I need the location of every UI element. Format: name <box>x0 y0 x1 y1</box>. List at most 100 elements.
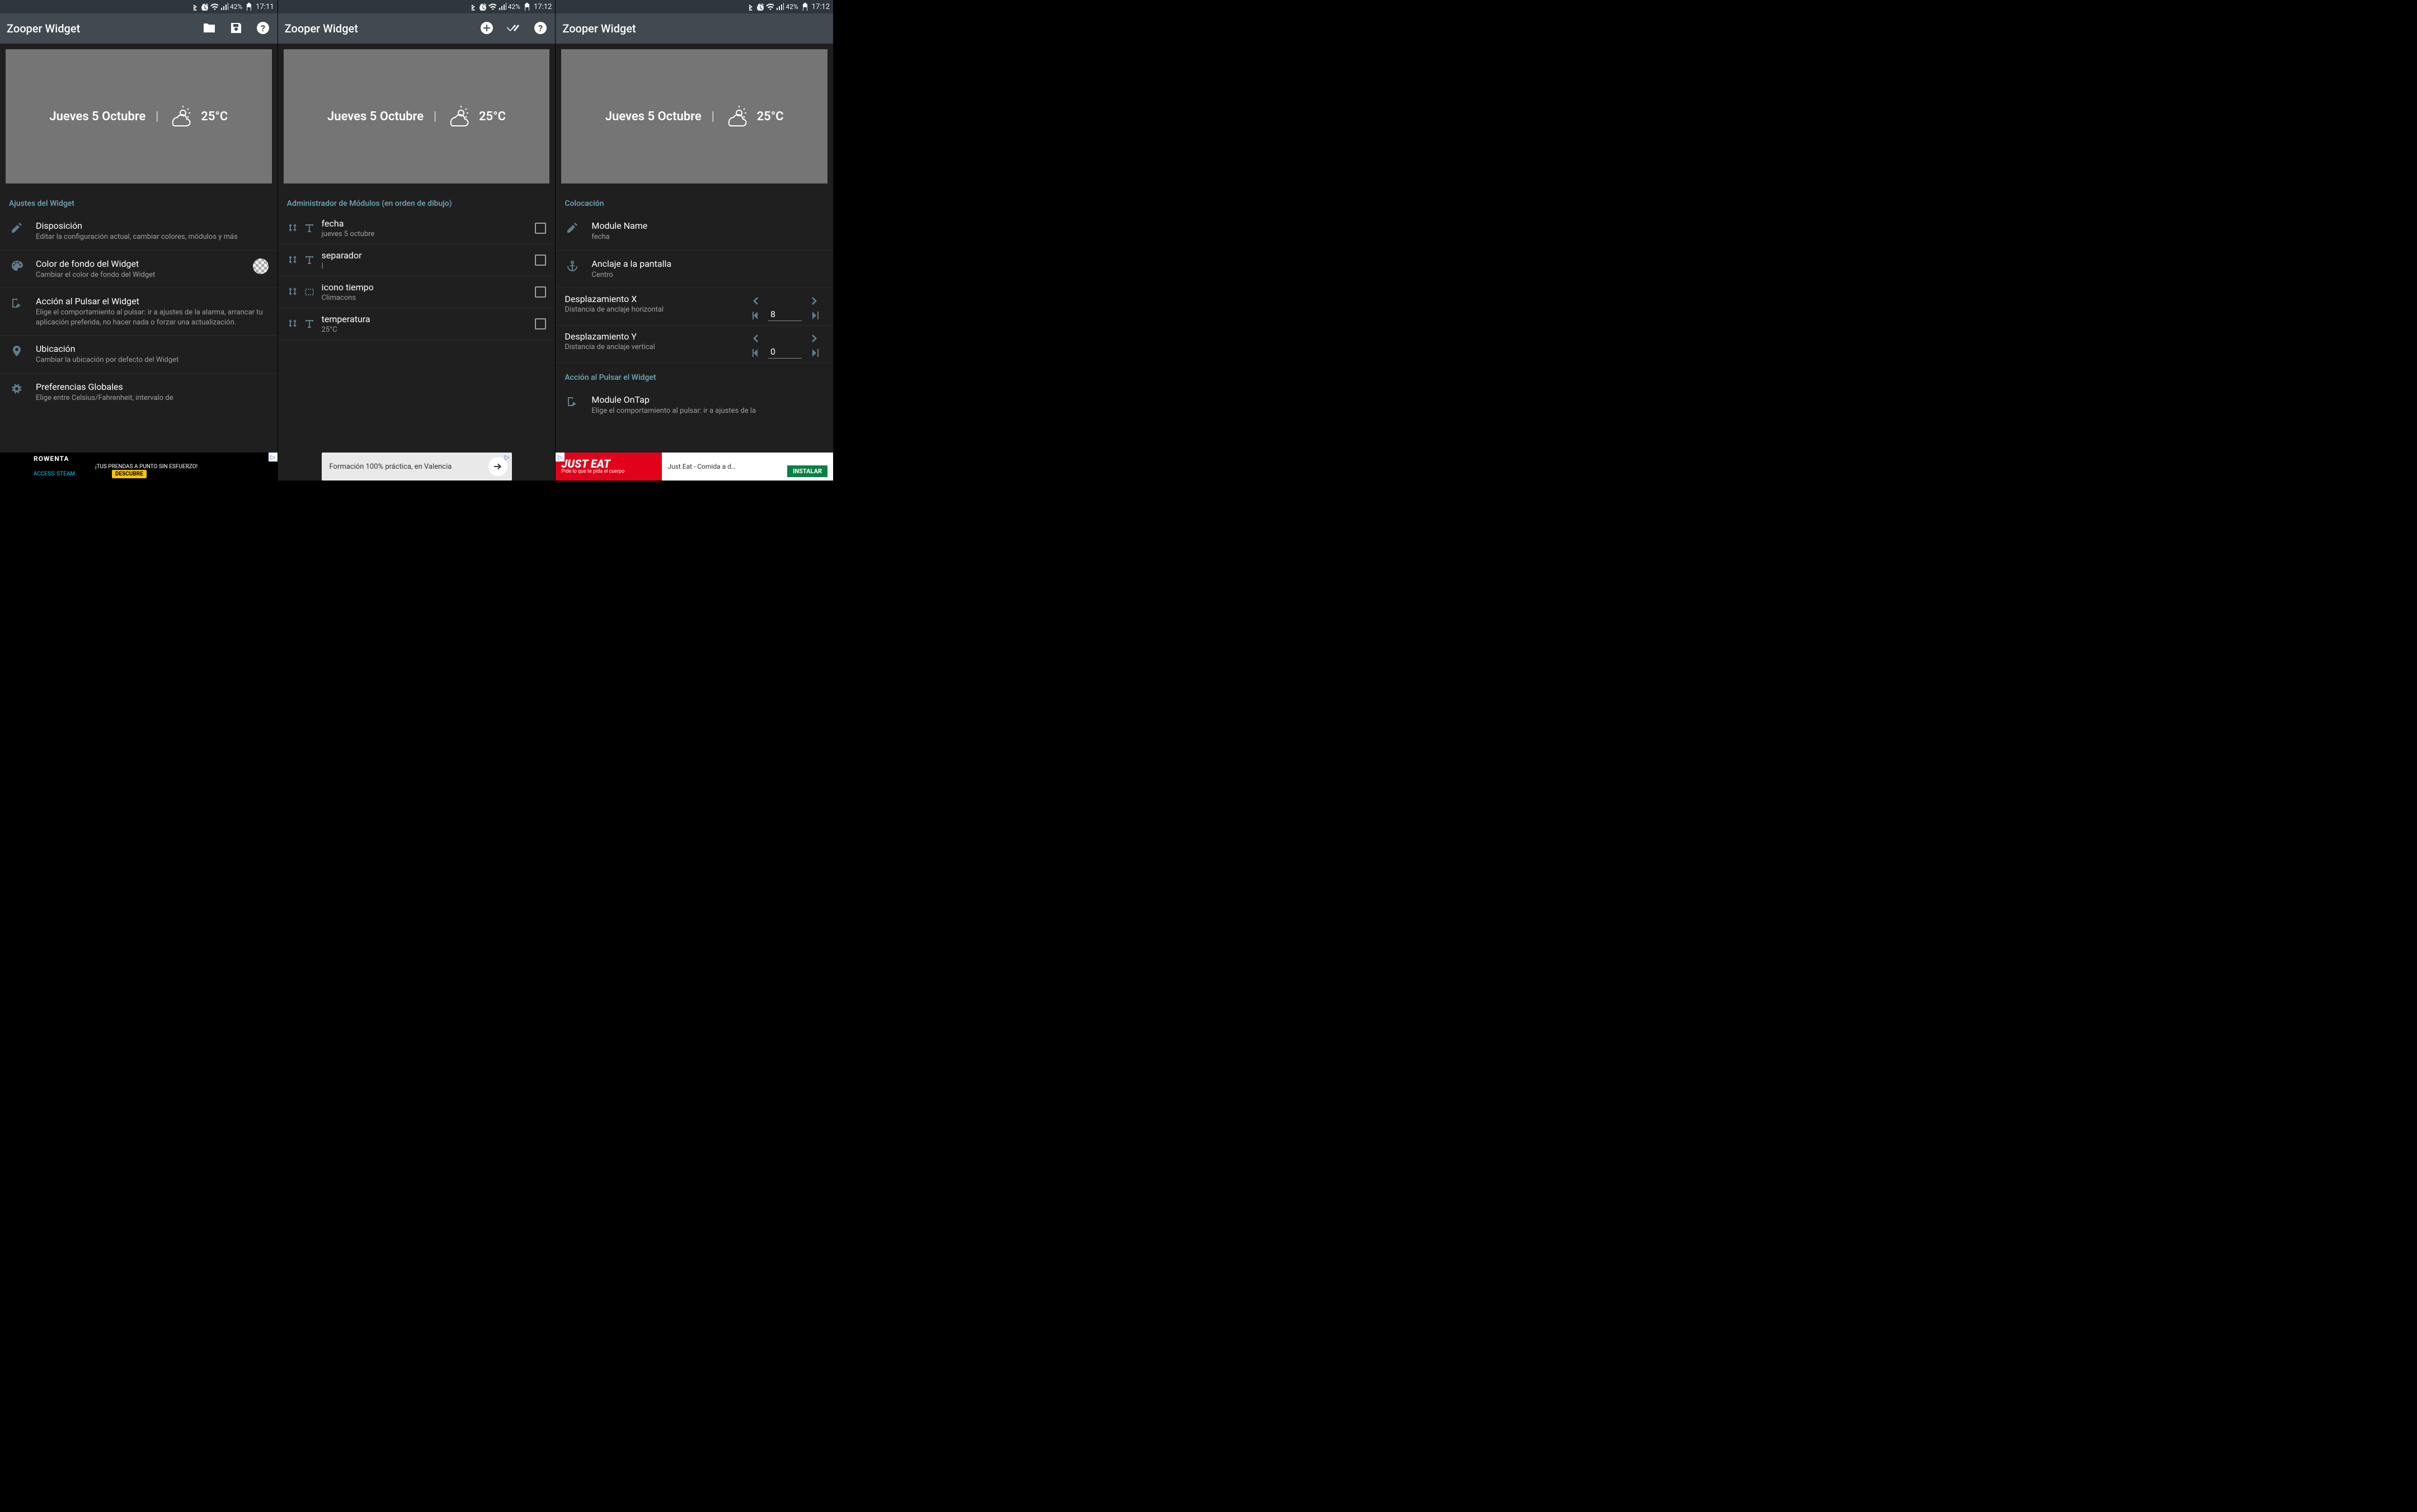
adchoices-icon[interactable]: ▷ <box>269 453 278 461</box>
chevron-left-icon[interactable] <box>751 333 760 342</box>
module-checkbox[interactable] <box>535 286 546 298</box>
app-title: Zooper Widget <box>7 22 203 35</box>
row-subtitle: Cambiar la ubicación por defecto del Wid… <box>36 355 269 365</box>
battery-percent: 42% <box>786 3 798 11</box>
module-fecha[interactable]: fecha jueves 5 octubre <box>278 213 556 244</box>
step-right-icon[interactable] <box>810 348 819 357</box>
adchoices-icon[interactable]: ▷ <box>556 453 565 461</box>
pencil-icon <box>566 222 579 234</box>
widget-preview[interactable]: Jueves 5 Octubre | 25°C <box>284 49 550 183</box>
preview-temp: 25°C <box>757 110 784 124</box>
ad-text: Formación 100% práctica, en Valencia <box>330 463 452 471</box>
anchor-icon <box>566 260 579 272</box>
bluetooth-icon <box>746 3 754 11</box>
row-subtitle: Centro <box>591 270 824 280</box>
ad-brand: ROWENTA <box>34 455 69 463</box>
row-title: Color de fondo del Widget <box>36 258 242 269</box>
add-module-button[interactable] <box>480 21 495 36</box>
section-tap-action: Acción al Pulsar el Widget <box>556 363 833 387</box>
help-button[interactable] <box>256 21 271 36</box>
module-subtitle: | <box>322 262 529 270</box>
ad-banner-justeat[interactable]: JUST EAT Pide lo que te pida el cuerpo J… <box>556 453 833 481</box>
ad-cta-button[interactable]: DESCUBRE <box>112 470 147 478</box>
offset-y-value[interactable]: 0 <box>768 346 802 359</box>
ad-banner-formacion[interactable]: Formación 100% práctica, en Valencia ▷ <box>322 453 512 481</box>
widget-preview[interactable]: Jueves 5 Octubre | 25°C <box>561 49 827 183</box>
row-title: Module Name <box>591 220 824 231</box>
alarm-icon <box>200 3 208 11</box>
save-button[interactable] <box>229 21 244 36</box>
step-left-icon[interactable] <box>751 348 760 357</box>
help-button[interactable] <box>534 21 548 36</box>
ad-banner-rowenta[interactable]: ROWENTA ACCESS' STEAM ¡TUS PRENDAS A PUN… <box>0 453 278 481</box>
row-tap-action[interactable]: Acción al Pulsar el Widget Elige el comp… <box>0 288 278 336</box>
module-checkbox[interactable] <box>535 318 546 329</box>
step-left-icon[interactable] <box>751 310 760 319</box>
text-module-icon <box>304 223 315 234</box>
row-subtitle: Distancia de anclaje horizontal <box>565 305 746 314</box>
chevron-right-icon[interactable] <box>810 333 819 342</box>
ad-install-button[interactable]: INSTALAR <box>787 465 827 477</box>
module-separador[interactable]: separador | <box>278 244 556 276</box>
alarm-icon <box>478 3 486 11</box>
reorder-icon[interactable] <box>287 318 298 329</box>
preview-separator: | <box>712 110 714 124</box>
pencil-icon <box>11 222 23 234</box>
status-time: 17:12 <box>534 3 552 11</box>
reorder-icon[interactable] <box>287 286 298 298</box>
signal-icon <box>776 3 784 11</box>
palette-icon <box>11 260 23 272</box>
preview-date: Jueves 5 Octubre <box>49 110 145 124</box>
row-location[interactable]: Ubicación Cambiar la ubicación por defec… <box>0 336 278 374</box>
section-widget-settings: Ajustes del Widget <box>0 189 278 213</box>
adchoices-icon[interactable]: ▷ <box>503 453 512 461</box>
app-bar: Zooper Widget <box>278 13 556 44</box>
row-anchor[interactable]: Anclaje a la pantalla Centro <box>556 251 833 289</box>
module-temperatura[interactable]: temperatura 25°C <box>278 308 556 340</box>
row-offset-x[interactable]: Desplazamiento X Distancia de anclaje ho… <box>556 288 833 326</box>
offset-x-value[interactable]: 8 <box>768 309 802 321</box>
module-title: separador <box>322 250 529 261</box>
row-background-color[interactable]: Color de fondo del Widget Cambiar el col… <box>0 251 278 289</box>
weather-icon <box>446 105 469 128</box>
preview-temp: 25°C <box>479 110 506 124</box>
module-checkbox[interactable] <box>535 223 546 234</box>
ad-slogan: ¡TUS PRENDAS A PUNTO SIN ESFUERZO! <box>95 464 198 470</box>
wifi-icon <box>210 3 218 11</box>
ad-tag: ACCESS' STEAM <box>34 471 75 477</box>
signal-icon <box>499 3 506 11</box>
wifi-icon <box>766 3 774 11</box>
battery-icon <box>244 3 252 11</box>
open-folder-button[interactable] <box>203 21 217 36</box>
row-module-name[interactable]: Module Name fecha <box>556 213 833 251</box>
row-offset-y[interactable]: Desplazamiento Y Distancia de anclaje ve… <box>556 326 833 363</box>
row-subtitle: Cambiar el color de fondo del Widget <box>36 270 242 280</box>
widget-preview[interactable]: Jueves 5 Octubre | 25°C <box>6 49 272 183</box>
chevron-left-icon[interactable] <box>751 296 760 305</box>
module-checkbox[interactable] <box>535 255 546 266</box>
preview-date: Jueves 5 Octubre <box>327 110 424 124</box>
reorder-icon[interactable] <box>287 223 298 234</box>
ad-logo: JUST EAT Pide lo que te pida el cuerpo <box>556 453 662 481</box>
row-subtitle: Elige entre Celsius/Fahrenheit, interval… <box>36 393 269 403</box>
chevron-right-icon[interactable] <box>810 296 819 305</box>
screen-module-placement: 42% 17:12 Zooper Widget Jueves 5 Octubre… <box>556 0 834 481</box>
row-module-ontap[interactable]: Module OnTap Elige el comportamiento al … <box>556 387 833 424</box>
battery-icon <box>523 3 530 11</box>
step-right-icon[interactable] <box>810 310 819 319</box>
bluetooth-icon <box>190 3 198 11</box>
row-disposition[interactable]: Disposición Editar la configuración actu… <box>0 213 278 251</box>
tap-action-icon <box>11 297 23 309</box>
module-icono-tiempo[interactable]: icono tiempo Climacons <box>278 276 556 308</box>
reorder-icon[interactable] <box>287 255 298 266</box>
select-all-button[interactable] <box>507 21 521 36</box>
row-title: Module OnTap <box>591 394 824 405</box>
preview-separator: | <box>156 110 158 124</box>
section-module-manager: Administrador de Módulos (en orden de di… <box>278 189 556 213</box>
row-global-prefs[interactable]: Preferencias Globales Elige entre Celsiu… <box>0 374 278 411</box>
color-swatch[interactable] <box>253 258 269 274</box>
row-title: Desplazamiento Y <box>565 331 746 342</box>
preview-temp: 25°C <box>201 110 228 124</box>
text-module-icon <box>304 318 315 329</box>
status-bar: 42% 17:11 <box>0 0 278 13</box>
